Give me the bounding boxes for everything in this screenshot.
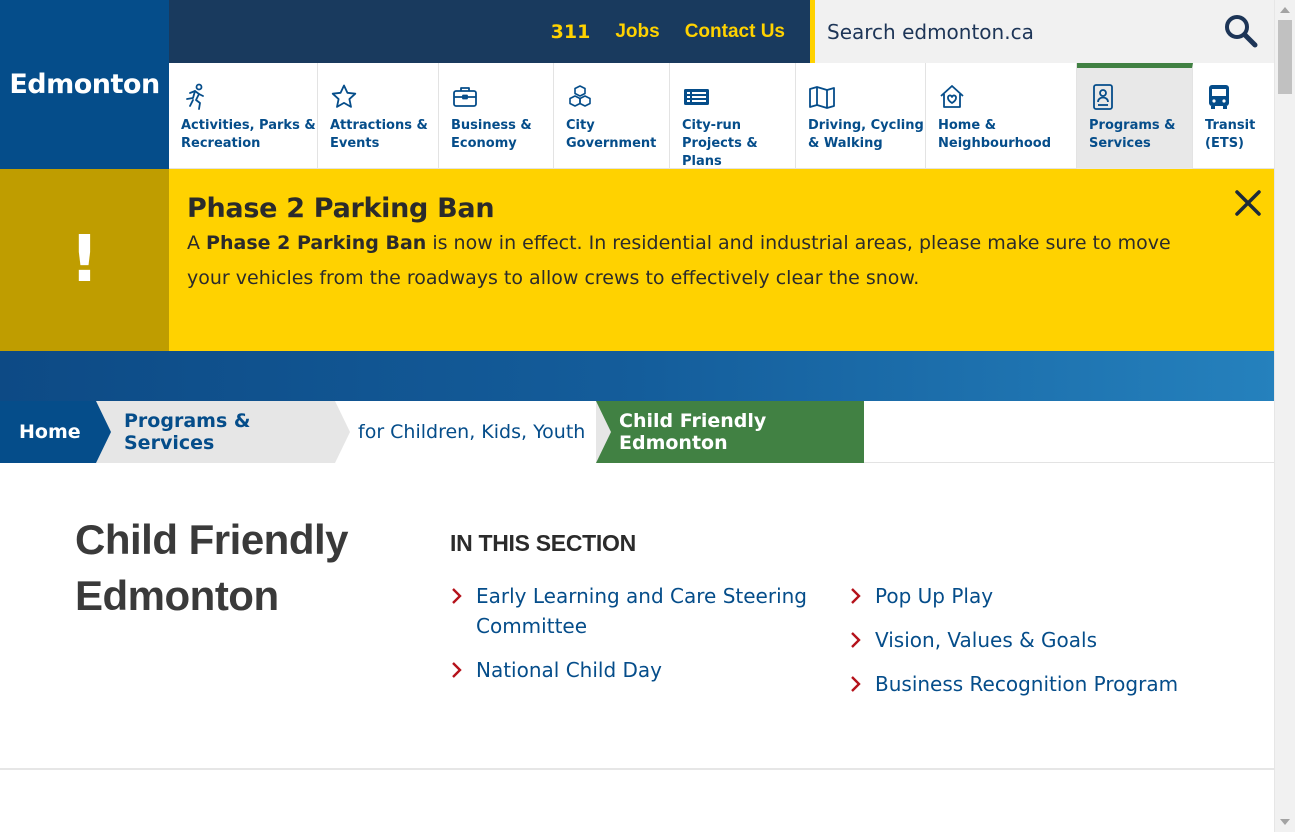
nav-label: Programs & Services	[1089, 118, 1176, 151]
alert-banner: Phase 2 Parking Ban A Phase 2 Parking Ba…	[169, 169, 1274, 351]
star-icon	[331, 84, 357, 108]
nav-label: Driving, Cycling & Walking	[808, 118, 924, 151]
home-heart-icon	[940, 85, 964, 108]
nav-item-business[interactable]: Business & Economy	[439, 63, 554, 169]
link-jobs[interactable]: Jobs	[615, 21, 659, 43]
hero-band	[0, 351, 1274, 401]
nav-label: Attractions & Events	[330, 118, 428, 151]
breadcrumb-kids[interactable]: for Children, Kids, Youth	[320, 401, 611, 463]
alert-text-prefix: A	[187, 232, 207, 254]
section-link-pop-up-play[interactable]: Pop Up Play	[849, 581, 1229, 611]
section-link-label: Vision, Values & Goals	[875, 628, 1098, 652]
id-badge-icon	[1093, 84, 1113, 110]
map-icon	[809, 86, 835, 109]
chevron-right-icon	[452, 662, 462, 678]
exclamation-icon: !	[69, 223, 100, 297]
breadcrumb-home[interactable]: Home	[0, 401, 111, 463]
content-divider	[0, 768, 1274, 770]
chevron-right-icon	[851, 588, 861, 604]
scrollbar-thumb[interactable]	[1278, 20, 1292, 94]
nav-label: Business & Economy	[451, 118, 532, 151]
alert-text-bold: Phase 2 Parking Ban	[206, 232, 427, 254]
nav-item-city-projects[interactable]: City-run Projects & Plans	[670, 63, 796, 169]
breadcrumb-home-label: Home	[19, 421, 81, 443]
nav-label: City Government	[566, 118, 657, 151]
scroll-up-icon[interactable]	[1280, 7, 1290, 13]
nav-item-transit[interactable]: Transit (ETS)	[1193, 63, 1274, 169]
section-link-label: Business Recognition Program	[875, 672, 1179, 696]
section-link-label: National Child Day	[476, 658, 662, 682]
chevron-right-icon	[851, 676, 861, 692]
link-contact-us[interactable]: Contact Us	[685, 21, 785, 43]
chevron-right-icon	[851, 632, 861, 648]
section-link-label: Pop Up Play	[875, 584, 994, 608]
blocks-icon	[569, 85, 591, 107]
chevron-right-icon	[452, 588, 462, 604]
breadcrumb-programs[interactable]: Programs & Services	[81, 401, 350, 463]
section-link-national-child-day[interactable]: National Child Day	[450, 655, 830, 685]
section-link-business-recognition[interactable]: Business Recognition Program	[849, 669, 1229, 699]
section-link-early-learning[interactable]: Early Learning and Care Steering Committ…	[450, 581, 830, 641]
briefcase-icon	[453, 87, 477, 107]
page-scrollbar[interactable]	[1274, 0, 1295, 832]
nav-label: City-run Projects & Plans	[682, 118, 758, 169]
search-box	[810, 0, 1274, 63]
alert-icon-panel: !	[0, 169, 169, 351]
section-links-col1: Early Learning and Care Steering Committ…	[450, 581, 830, 699]
nav-item-home[interactable]: Home & Neighbourhood	[926, 63, 1077, 169]
alert-title: Phase 2 Parking Ban	[187, 193, 495, 224]
breadcrumb: Home Programs & Services for Children, K…	[0, 401, 1274, 463]
nav-item-attractions[interactable]: Attractions & Events	[318, 63, 439, 169]
main-nav: Activities, Parks & Recreation Attractio…	[169, 63, 1274, 169]
list-icon	[684, 89, 709, 105]
bus-icon	[1209, 85, 1229, 109]
section-heading: IN THIS SECTION	[450, 530, 636, 556]
page-title: Child Friendly Edmonton	[75, 516, 349, 619]
nav-item-programs[interactable]: Programs & Services	[1077, 63, 1193, 169]
breadcrumb-current-label: Child Friendly Edmonton	[619, 410, 767, 454]
nav-item-city-government[interactable]: City Government	[554, 63, 670, 169]
section-link-vision-values[interactable]: Vision, Values & Goals	[849, 625, 1229, 655]
alert-message: A Phase 2 Parking Ban is now in effect. …	[187, 226, 1184, 296]
nav-item-driving[interactable]: Driving, Cycling & Walking	[796, 63, 926, 169]
nav-label: Home & Neighbourhood	[938, 118, 1052, 151]
utility-bar: 311 Jobs Contact Us	[169, 0, 810, 63]
search-input[interactable]	[827, 19, 1217, 44]
close-icon[interactable]	[1232, 187, 1264, 219]
breadcrumb-current: Child Friendly Edmonton	[581, 401, 864, 463]
nav-label: Transit (ETS)	[1205, 118, 1256, 151]
nav-label: Activities, Parks & Recreation	[181, 118, 316, 151]
breadcrumb-programs-label: Programs & Services	[124, 410, 251, 454]
section-link-label: Early Learning and Care Steering Committ…	[476, 584, 807, 638]
section-links-col2: Pop Up Play Vision, Values & Goals Busin…	[849, 581, 1229, 713]
logo-link[interactable]: Edmonton	[0, 0, 169, 169]
nav-item-activities[interactable]: Activities, Parks & Recreation	[169, 63, 318, 169]
link-311[interactable]: 311	[551, 21, 591, 43]
search-icon[interactable]	[1224, 14, 1258, 48]
scroll-down-icon[interactable]	[1280, 819, 1290, 825]
breadcrumb-kids-label: for Children, Kids, Youth	[358, 421, 586, 443]
edmonton-logo: Edmonton	[9, 69, 160, 100]
runner-icon	[186, 83, 204, 110]
